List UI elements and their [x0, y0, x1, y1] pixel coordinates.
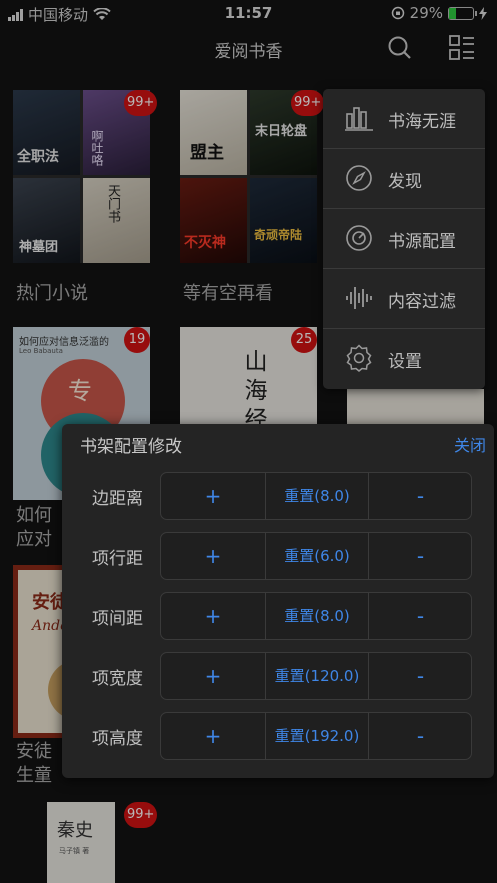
- unread-badge: 99+: [124, 90, 158, 116]
- cover-tile: 奇顽帝陆: [250, 178, 317, 263]
- popup-menu: 书海无涯 发现 书源配置 内容过滤 设置: [323, 89, 485, 389]
- decrease-button[interactable]: -: [369, 533, 472, 579]
- cover-tile-title: 不灭神: [184, 235, 226, 251]
- config-label: 项行距: [92, 549, 143, 569]
- book-cover: 盟主 末日轮盘 不灭神 奇顽帝陆: [180, 90, 317, 263]
- config-control: + 重置(8.0) -: [160, 592, 472, 640]
- menu-grid-icon[interactable]: [447, 33, 477, 63]
- cover-tile: 神墓团: [13, 178, 80, 263]
- config-control: + 重置(120.0) -: [160, 652, 472, 700]
- cover-subtitle: 马子镇 著: [59, 847, 90, 855]
- cover-tile-title: 神墓团: [19, 240, 59, 255]
- cover-word: 专: [68, 377, 92, 405]
- cover-tile: 盟主: [180, 90, 247, 175]
- menu-item-book-source[interactable]: 书源配置: [323, 209, 485, 269]
- menu-item-discover[interactable]: 发现: [323, 149, 485, 209]
- cover-title: 山海经: [240, 349, 266, 436]
- cover-tile-title: 末日轮盘: [255, 124, 308, 139]
- book-cover: 全职法 啊吐咯 神墓团 天门书: [13, 90, 150, 263]
- reset-button[interactable]: 重置(8.0): [265, 593, 369, 639]
- unread-badge: 19: [124, 327, 150, 353]
- config-label: 项高度: [92, 729, 143, 749]
- menu-item-label: 内容过滤: [388, 292, 456, 312]
- config-control: + 重置(8.0) -: [160, 472, 472, 520]
- cover-tile-title: 全职法: [17, 149, 59, 165]
- cover-tile-title: 天门书: [105, 184, 120, 223]
- book-name: 如何应对信息泛滥的: [16, 505, 52, 550]
- config-row-margin: 边距离 + 重置(8.0) -: [62, 472, 494, 520]
- config-control: + 重置(6.0) -: [160, 532, 472, 580]
- menu-item-label: 书源配置: [388, 232, 456, 252]
- reset-button[interactable]: 重置(8.0): [265, 473, 369, 519]
- bookshelf-icon: [345, 107, 373, 131]
- gear-icon: [346, 344, 372, 372]
- bookshelf-item-read-later[interactable]: 盟主 末日轮盘 不灭神 奇顽帝陆 99+ 等有空再看: [180, 90, 325, 305]
- cover-tile: 不灭神: [180, 178, 247, 263]
- menu-item-label: 发现: [388, 172, 422, 192]
- cover-title: 秦史: [57, 820, 93, 841]
- unread-badge: 99+: [291, 90, 325, 116]
- unread-badge: 99+: [124, 802, 158, 828]
- cover-tile: 全职法: [13, 90, 80, 175]
- cover-tile-title: 盟主: [190, 143, 224, 163]
- config-label: 边距离: [92, 489, 143, 509]
- config-label: 项间距: [92, 609, 143, 629]
- cover-tile: 天门书: [83, 178, 150, 263]
- increase-button[interactable]: +: [161, 473, 265, 519]
- menu-item-book-sea[interactable]: 书海无涯: [323, 89, 485, 149]
- decrease-button[interactable]: -: [369, 653, 472, 699]
- page-title: 爱阅书香: [214, 42, 283, 62]
- cover-tile-title: 奇顽帝陆: [254, 228, 303, 242]
- increase-button[interactable]: +: [161, 653, 265, 699]
- charging-icon: [479, 6, 487, 20]
- config-row-item-spacing: 项间距 + 重置(8.0) -: [62, 592, 494, 640]
- shelf-config-panel: 书架配置修改 关闭 边距离 + 重置(8.0) - 项行距 + 重置(6.0) …: [62, 424, 494, 778]
- menu-item-label: 设置: [388, 352, 422, 372]
- status-right: 29%: [391, 4, 487, 22]
- increase-button[interactable]: +: [161, 593, 265, 639]
- nav-bar: 爱阅书香: [0, 26, 497, 72]
- reset-button[interactable]: 重置(192.0): [265, 713, 369, 759]
- reset-button[interactable]: 重置(120.0): [265, 653, 369, 699]
- decrease-button[interactable]: -: [369, 713, 472, 759]
- battery-percent: 29%: [409, 4, 443, 22]
- bookshelf-item-hidden[interactable]: [347, 389, 484, 429]
- menu-item-content-filter[interactable]: 内容过滤: [323, 269, 485, 329]
- bookshelf-item-qinshi[interactable]: 秦史 马子镇 著 99+: [47, 802, 158, 883]
- orientation-lock-icon: [391, 6, 404, 20]
- book-cover: [347, 389, 484, 429]
- config-row-row-spacing: 项行距 + 重置(6.0) -: [62, 532, 494, 580]
- menu-item-settings[interactable]: 设置: [323, 329, 485, 389]
- config-row-item-height: 项高度 + 重置(192.0) -: [62, 712, 494, 760]
- book-name: 等有空再看: [183, 283, 273, 304]
- config-label: 项宽度: [92, 669, 143, 689]
- battery-level: [449, 7, 456, 19]
- status-bar: 中国移动 11:57 29%: [0, 0, 497, 26]
- search-icon[interactable]: [385, 33, 415, 63]
- battery-icon: [448, 6, 477, 20]
- menu-item-label: 书海无涯: [388, 112, 456, 132]
- bookshelf-item-hot-novels[interactable]: 全职法 啊吐咯 神墓团 天门书 99+ 热门小说: [13, 90, 158, 305]
- reset-button[interactable]: 重置(6.0): [265, 533, 369, 579]
- book-name: 热门小说: [16, 283, 88, 304]
- increase-button[interactable]: +: [161, 533, 265, 579]
- config-control: + 重置(192.0) -: [160, 712, 472, 760]
- cover-author: Leo Babauta: [19, 347, 63, 355]
- compass-icon: [346, 165, 372, 191]
- waveform-icon: [346, 287, 372, 309]
- close-button[interactable]: 关闭: [454, 432, 486, 456]
- book-cover: 秦史 马子镇 著: [47, 802, 115, 883]
- source-config-icon: [346, 225, 372, 251]
- cover-tile-title: 啊吐咯: [90, 130, 104, 166]
- app-screen: 中国移动 11:57 29% 爱阅书香 全职法 啊吐咯 神墓团 天门书 99+ …: [0, 0, 497, 883]
- decrease-button[interactable]: -: [369, 593, 472, 639]
- panel-title: 书架配置修改: [80, 437, 182, 457]
- unread-badge: 25: [291, 327, 317, 353]
- increase-button[interactable]: +: [161, 713, 265, 759]
- book-name: 安徒生童话故事集: [16, 741, 52, 786]
- config-row-item-width: 项宽度 + 重置(120.0) -: [62, 652, 494, 700]
- decrease-button[interactable]: -: [369, 473, 472, 519]
